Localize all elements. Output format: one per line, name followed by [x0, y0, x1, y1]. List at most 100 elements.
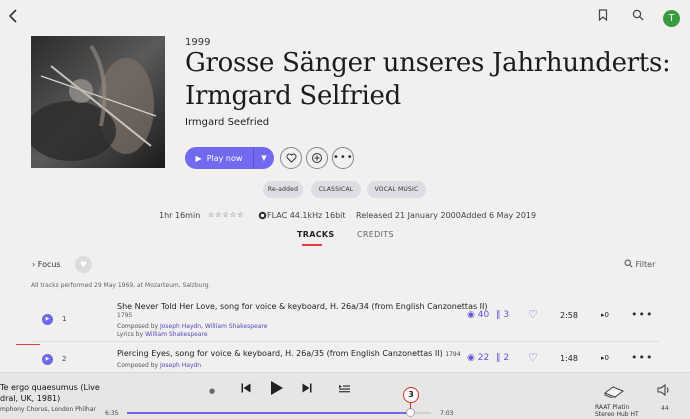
tag-readded[interactable]: Re-added: [263, 181, 303, 198]
track-heart-button[interactable]: ♡: [528, 308, 538, 321]
add-to-queue-icon: [312, 153, 322, 163]
play-count: ▸0: [601, 354, 609, 362]
performed-note: All tracks performed 29 May 1969, at Moz…: [31, 282, 211, 289]
tag-classical[interactable]: CLASSICAL: [311, 181, 361, 198]
copies-count[interactable]: ‖ 2: [496, 353, 509, 363]
top-bar: T: [0, 0, 690, 36]
composer-link[interactable]: Joseph Haydn, William Shakespeare: [160, 323, 267, 330]
copies-value: 2: [503, 353, 510, 363]
track-title-text: She Never Told Her Love, song for voice …: [117, 302, 488, 311]
rating-stars[interactable]: ☆☆☆☆☆: [208, 211, 244, 219]
now-playing-title-cont[interactable]: dral, UK, 1981): [0, 394, 60, 403]
now-playing-title[interactable]: Te ergo quaesumus (Live: [0, 383, 100, 392]
track-play-button[interactable]: ▶: [42, 354, 53, 365]
versions-count[interactable]: ◉ 22: [467, 353, 489, 363]
composer-link[interactable]: Joseph Haydn: [160, 362, 201, 369]
track-title[interactable]: She Never Told Her Love, song for voice …: [117, 302, 488, 311]
album-artist[interactable]: Irmgard Seefried: [185, 117, 269, 128]
play-icon: ▶: [195, 153, 202, 163]
track-lyricist: Lyrics by William Shakespeare: [117, 331, 208, 338]
progress-handle[interactable]: [405, 408, 415, 417]
shuffle-button[interactable]: ●: [209, 387, 215, 395]
copies-count[interactable]: ‖ 3: [496, 310, 509, 320]
zone-button[interactable]: [603, 383, 625, 400]
play-now-button[interactable]: ▶ Play now: [185, 147, 253, 169]
search-icon: [632, 9, 644, 21]
bookmark-icon: [598, 9, 608, 22]
track-title[interactable]: Piercing Eyes, song for voice & keyboard…: [117, 349, 461, 358]
add-to-queue-button[interactable]: [306, 147, 328, 169]
play-icon: [271, 381, 283, 395]
progress-bar[interactable]: [127, 412, 431, 414]
versions-count[interactable]: ◉ 40: [467, 310, 489, 320]
dot-icon: ●: [209, 387, 216, 395]
zone-device-icon: [603, 386, 625, 400]
now-playing-artist[interactable]: mphony Chorus, London Philhar: [0, 406, 96, 413]
track-row[interactable]: ▶ 1 She Never Told Her Love, song for vo…: [0, 297, 690, 343]
next-icon: [302, 383, 312, 393]
play-pause-button[interactable]: [270, 380, 284, 400]
tab-credits[interactable]: CREDITS: [357, 230, 394, 239]
track-play-button[interactable]: ▶: [42, 314, 53, 325]
previous-button[interactable]: [241, 383, 251, 396]
next-button[interactable]: [302, 383, 312, 396]
composed-prefix: Composed by: [117, 323, 160, 330]
track-more-button[interactable]: •••: [631, 351, 653, 364]
previous-icon: [241, 383, 251, 393]
play-options-button[interactable]: ▼: [253, 147, 274, 169]
heart-icon: [285, 153, 297, 163]
bookmark-button[interactable]: [594, 9, 612, 27]
more-icon: •••: [631, 351, 654, 364]
time-total: 7:03: [440, 410, 454, 417]
library-icon: ‖: [496, 310, 501, 320]
tag-list: Re-added CLASSICAL VOCAL MUSIC: [0, 181, 690, 198]
volume-button[interactable]: [657, 384, 671, 399]
back-button[interactable]: [8, 8, 24, 28]
volume-level: 44: [661, 405, 669, 412]
search-icon: [624, 259, 633, 268]
queue-icon: [339, 385, 350, 393]
signal-path-icon: [258, 211, 267, 220]
focus-heart-button[interactable]: ♥: [75, 256, 92, 273]
queue-button[interactable]: [339, 384, 350, 396]
focus-row: › Focus ♥ Filter: [0, 256, 690, 274]
heart-icon: ♥: [79, 260, 88, 269]
versions-icon: ◉: [467, 353, 475, 363]
tab-tracks[interactable]: TRACKS: [297, 230, 334, 239]
avatar[interactable]: T: [663, 10, 680, 27]
focus-button[interactable]: › Focus: [32, 260, 61, 269]
zone-name[interactable]: RAAT Platin Stereo Hub HT: [595, 404, 639, 418]
volume-icon: [657, 384, 669, 396]
released-date: Released 21 January 2000: [356, 211, 461, 220]
album-meta: 1hr 16min ☆☆☆☆☆ FLAC 44.1kHz 16bit Relea…: [0, 211, 690, 223]
format-label: FLAC 44.1kHz 16bit: [267, 211, 346, 220]
composed-prefix: Composed by: [117, 362, 160, 369]
versions-value: 40: [477, 310, 490, 320]
chevron-left-icon: [8, 9, 17, 23]
copies-value: 3: [503, 310, 510, 320]
filter-button[interactable]: Filter: [624, 259, 655, 269]
badge-pointer: [410, 403, 411, 409]
zone-line1: RAAT Platin: [595, 404, 630, 411]
added-date: Added 6 May 2019: [461, 211, 537, 220]
search-button[interactable]: [629, 9, 647, 27]
play-icon: ▶: [45, 356, 50, 362]
track-number: 1: [62, 315, 67, 323]
album-title: Grosse Sänger unseres Jahrhunderts: Irmg…: [185, 48, 671, 111]
library-icon: ‖: [496, 353, 501, 363]
time-current: 6:35: [105, 410, 119, 417]
favorite-button[interactable]: [280, 147, 302, 169]
more-options-button[interactable]: •••: [332, 147, 354, 169]
tag-vocal-music[interactable]: VOCAL MUSIC: [367, 181, 426, 198]
track-composers: Composed by Joseph Haydn, William Shakes…: [117, 323, 267, 330]
album-cover: [31, 36, 165, 168]
album-duration: 1hr 16min: [159, 211, 201, 220]
divider: [31, 341, 659, 342]
track-more-button[interactable]: •••: [631, 308, 653, 321]
chevron-down-icon: ▼: [261, 154, 267, 162]
play-count: ▸0: [601, 311, 609, 319]
tab-underline: [302, 244, 322, 246]
track-year: 1794: [445, 351, 461, 358]
lyricist-link[interactable]: William Shakespeare: [145, 331, 207, 338]
track-heart-button[interactable]: ♡: [528, 351, 538, 364]
